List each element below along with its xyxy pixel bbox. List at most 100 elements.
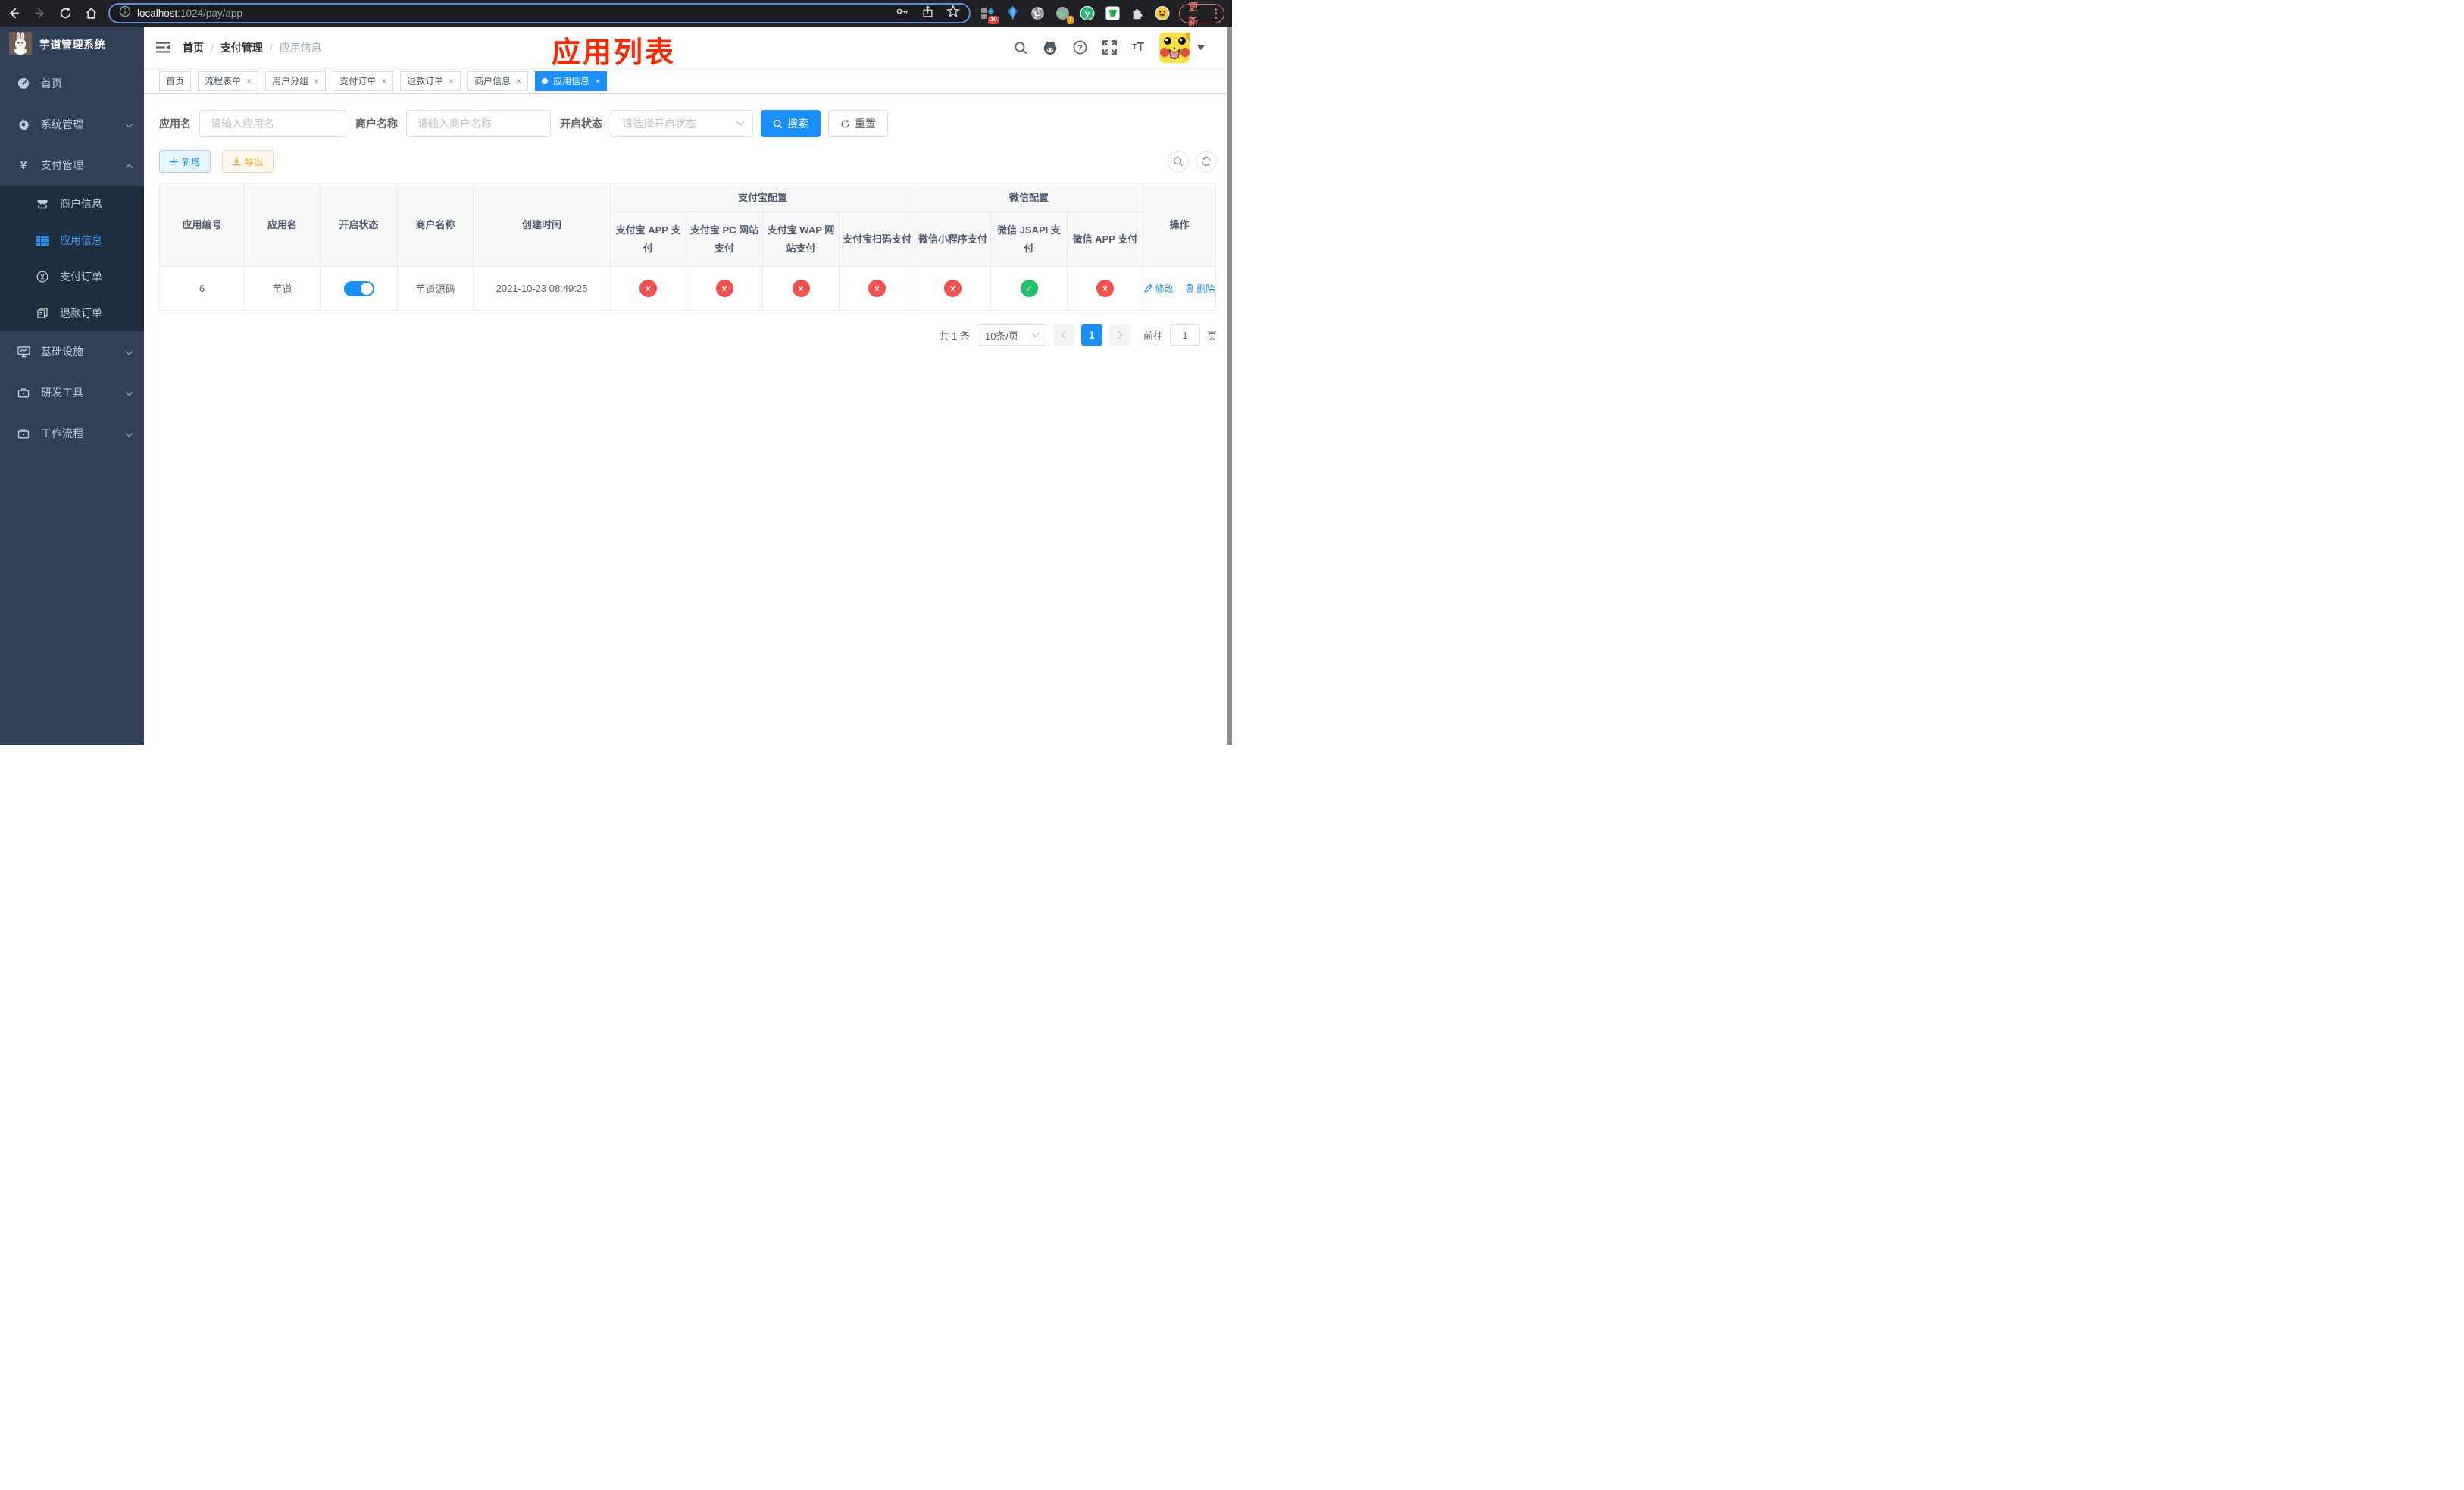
page-scrollbar[interactable]	[1227, 27, 1232, 745]
status-wechat-jsapi-icon: ✓	[1020, 280, 1038, 297]
browser-back-icon[interactable]	[8, 7, 20, 20]
sidebar-item-system[interactable]: 系统管理	[0, 104, 144, 145]
search-icon[interactable]	[1014, 41, 1027, 55]
tags-view-bar: 首页 流程表单 × 用户分组 × 支付订单 × 退款订单 × 商户信息 × 应用信息 ×	[144, 68, 1232, 94]
sidebar-item-label: 支付订单	[60, 271, 102, 283]
tab-app-info[interactable]: 应用信息 ×	[535, 70, 608, 91]
sidebar-item-pay-order[interactable]: ¥ 支付订单	[0, 258, 144, 295]
github-icon[interactable]	[1043, 40, 1058, 55]
app-logo[interactable]: 芋道管理系统	[0, 27, 144, 63]
extension-recorder-icon[interactable]: 1	[1055, 6, 1074, 24]
dashboard-icon	[14, 77, 33, 89]
password-key-icon[interactable]	[896, 5, 909, 22]
help-icon[interactable]: ?	[1073, 40, 1087, 55]
breadcrumb-payment[interactable]: 支付管理	[220, 40, 263, 55]
cell-created: 2021-10-23 08:49:25	[473, 266, 611, 311]
goto-label: 前往	[1143, 330, 1163, 342]
tab-merchant-info[interactable]: 商户信息 ×	[467, 70, 529, 91]
sidebar-item-payment[interactable]: ¥ 支付管理	[0, 145, 144, 186]
sidebar-item-dev-tools[interactable]: 研发工具	[0, 372, 144, 413]
screenshot-root: localhost:1024/pay/app 10 1 y 更新 芋道管理系统 …	[0, 0, 1232, 745]
svg-text:y: y	[1085, 10, 1090, 19]
chevron-down-icon	[125, 387, 133, 399]
browser-home-icon[interactable]	[85, 7, 98, 20]
tab-user-group[interactable]: 用户分组 ×	[265, 70, 327, 91]
reset-button[interactable]: 重置	[828, 110, 888, 137]
browser-update-button[interactable]: 更新	[1179, 2, 1224, 27]
table-row: 6 芋道 芋道源码 2021-10-23 08:49:25 × × × × × …	[159, 266, 1216, 311]
delete-link[interactable]: 删除	[1185, 282, 1215, 295]
page-size-select[interactable]: 10条/页	[976, 324, 1046, 346]
close-icon[interactable]: ×	[381, 76, 386, 86]
sidebar-collapse-icon[interactable]	[156, 41, 178, 54]
breadcrumb-separator: /	[211, 41, 214, 54]
url-bar[interactable]: localhost:1024/pay/app	[108, 3, 971, 23]
search-button[interactable]: 搜索	[761, 110, 821, 137]
sidebar-item-infrastructure[interactable]: 基础设施	[0, 331, 144, 372]
chevron-left-icon	[1061, 330, 1066, 340]
next-page-button[interactable]	[1108, 324, 1130, 346]
sidebar-item-workflow[interactable]: 工作流程	[0, 413, 144, 454]
chevron-right-icon	[1117, 330, 1123, 340]
refresh-table-button[interactable]	[1196, 151, 1217, 172]
tab-home[interactable]: 首页	[159, 70, 192, 91]
search-icon	[1174, 157, 1183, 166]
tab-label: 支付订单	[339, 76, 377, 86]
briefcase-icon	[14, 387, 33, 399]
tab-refund-order[interactable]: 退款订单 ×	[400, 70, 461, 91]
enabled-toggle[interactable]	[343, 280, 374, 296]
col-alipay-pc: 支付宝 PC 网站支付	[686, 211, 763, 267]
col-group-wechat: 微信配置	[915, 183, 1143, 212]
breadcrumb-home[interactable]: 首页	[183, 40, 204, 55]
svg-text:?: ?	[1077, 43, 1083, 52]
user-avatar[interactable]	[1159, 32, 1205, 63]
extension-gem-icon[interactable]	[1005, 6, 1020, 21]
sidebar-item-merchant-info[interactable]: 商户信息	[0, 186, 144, 222]
search-form: 应用名 商户名称 开启状态 请选择开启状态 搜索	[159, 110, 1217, 137]
close-icon[interactable]: ×	[246, 76, 252, 86]
close-icon[interactable]: ×	[314, 76, 319, 86]
sidebar-item-app-info[interactable]: 应用信息	[0, 222, 144, 258]
page-number-button[interactable]: 1	[1080, 324, 1102, 346]
edit-link[interactable]: 修改	[1143, 282, 1174, 295]
close-icon[interactable]: ×	[516, 76, 521, 86]
goto-page-input[interactable]	[1169, 324, 1200, 346]
bookmark-star-icon[interactable]	[946, 4, 961, 22]
extension-blocks-icon[interactable]: 10	[980, 6, 999, 24]
extension-badge: 1	[1066, 15, 1074, 24]
close-icon[interactable]: ×	[449, 76, 454, 86]
tab-pay-order[interactable]: 支付订单 ×	[333, 70, 394, 91]
add-button[interactable]: 新增	[159, 150, 211, 173]
extensions-puzzle-icon[interactable]	[1130, 6, 1145, 21]
fullscreen-icon[interactable]	[1102, 40, 1117, 55]
browser-reload-icon[interactable]	[59, 7, 72, 20]
merchant-name-input[interactable]	[406, 110, 551, 137]
briefcase-icon	[14, 427, 33, 440]
yen-circle-icon: ¥	[33, 271, 52, 283]
page-content: 应用名 商户名称 开启状态 请选择开启状态 搜索	[144, 94, 1232, 346]
toggle-search-button[interactable]	[1168, 151, 1189, 172]
export-button[interactable]: 导出	[222, 150, 274, 173]
app-name-label: 应用名	[159, 117, 191, 130]
tab-label: 退款订单	[407, 76, 444, 86]
site-info-icon[interactable]	[119, 5, 131, 21]
extension-y-icon[interactable]: y	[1080, 5, 1095, 21]
status-select[interactable]: 请选择开启状态	[611, 110, 753, 137]
profile-avatar-icon[interactable]	[1155, 5, 1170, 21]
extension-command-icon[interactable]	[1030, 6, 1045, 21]
col-app-id: 应用编号	[159, 183, 245, 267]
active-dot	[542, 77, 549, 84]
extension-chat-icon[interactable]	[1105, 6, 1120, 21]
share-icon[interactable]	[921, 5, 934, 22]
chevron-down-icon	[125, 346, 133, 358]
app-name-input[interactable]	[199, 110, 346, 137]
sidebar-item-home[interactable]: 首页	[0, 63, 144, 104]
tab-process-form[interactable]: 流程表单 ×	[198, 70, 259, 91]
prev-page-button[interactable]	[1052, 324, 1074, 346]
font-size-icon[interactable]: TT	[1132, 41, 1144, 55]
browser-menu-icon[interactable]	[1215, 8, 1217, 19]
close-icon[interactable]: ×	[595, 76, 600, 86]
sidebar-item-refund-order[interactable]: 退款订单	[0, 295, 144, 331]
shop-icon	[33, 198, 52, 210]
browser-forward-icon[interactable]	[33, 7, 46, 20]
